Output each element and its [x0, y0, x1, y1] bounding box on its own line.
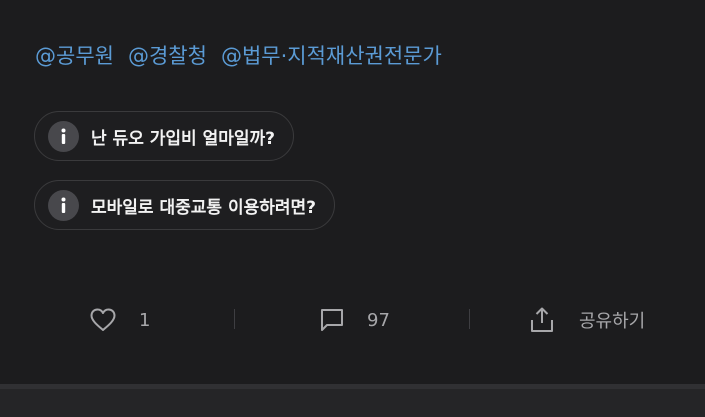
tag-link[interactable]: @법무·지적재산권전문가 — [221, 40, 442, 72]
tag-link[interactable]: @공무원 — [35, 40, 114, 72]
action-divider — [469, 309, 470, 329]
action-divider — [234, 309, 235, 329]
heart-icon — [90, 308, 116, 331]
tag-link[interactable]: @경찰청 — [128, 40, 207, 72]
like-count: 1 — [139, 309, 151, 331]
comment-button[interactable]: 97 — [319, 300, 390, 340]
suggested-question-chip[interactable]: 난 듀오 가입비 얼마일까? — [34, 111, 295, 161]
suggested-question-chip[interactable]: 모바일로 대중교통 이용하려면? — [34, 180, 336, 230]
like-button[interactable]: 1 — [89, 300, 150, 340]
comment-icon — [321, 309, 343, 331]
info-icon — [48, 189, 79, 221]
suggested-question-label: 난 듀오 가입비 얼마일까? — [91, 128, 276, 149]
share-button[interactable]: 공유하기 — [529, 300, 645, 340]
comment-count: 97 — [367, 309, 390, 331]
bottom-separator — [0, 384, 705, 417]
post-footer: @공무원 @경찰청 @법무·지적재산권전문가 난 듀오 가입비 얼마일까? 모바… — [0, 0, 705, 417]
share-icon — [531, 307, 553, 332]
tag-list: @공무원 @경찰청 @법무·지적재산권전문가 — [35, 40, 442, 72]
suggested-question-label: 모바일로 대중교통 이용하려면? — [91, 197, 317, 218]
share-label: 공유하기 — [579, 311, 646, 332]
info-icon — [48, 120, 79, 152]
post-action-bar: 1 97 공유하기 — [0, 300, 705, 340]
